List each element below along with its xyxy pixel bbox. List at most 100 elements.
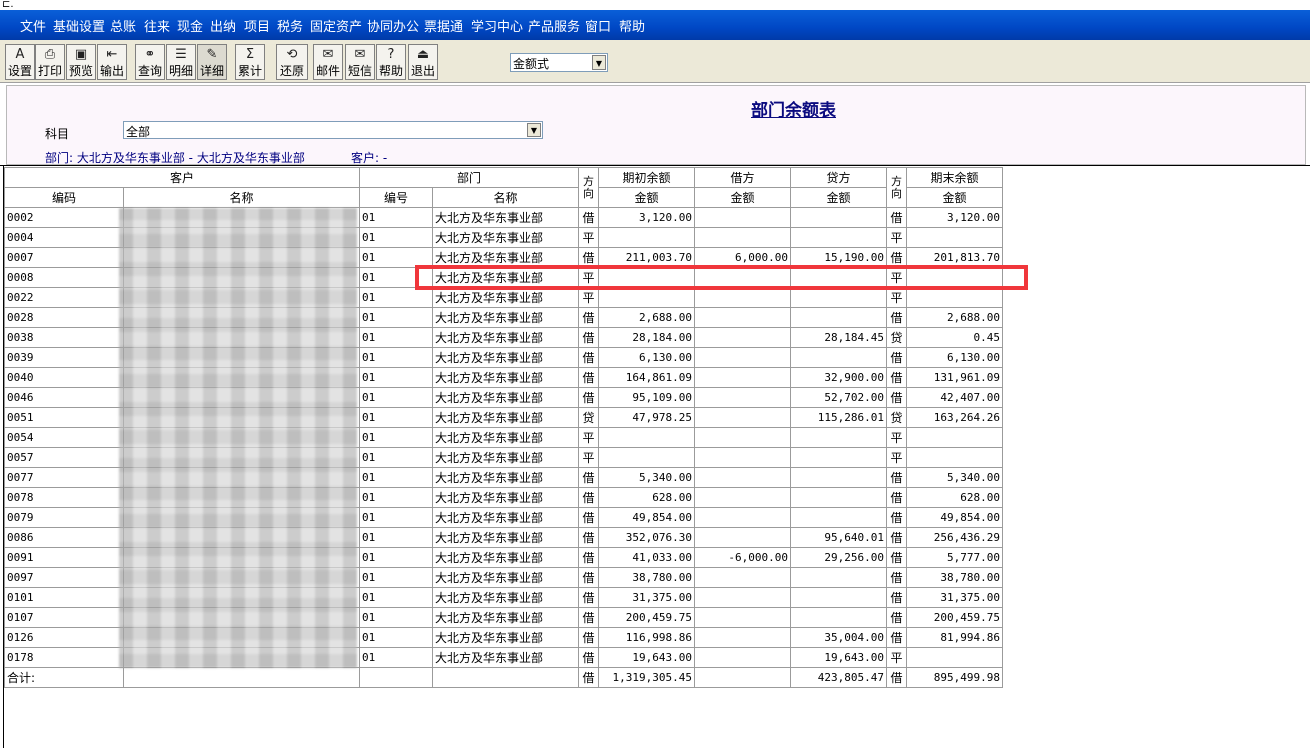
toolbar-button-0[interactable]: A 设置 [5, 44, 35, 80]
cell-closing: 163,264.26 [906, 407, 1003, 428]
cell-credit [790, 587, 887, 608]
toolbar-button-5[interactable]: ☰ 明细 [166, 44, 196, 80]
cell-closing: 131,961.09 [906, 367, 1003, 388]
settings-icon: A [15, 47, 25, 62]
cell-credit [790, 447, 887, 468]
cell-direction-2: 借 [886, 587, 907, 608]
menu-bar: 文件 基础设置 总账 往来 现金 出纳 项目 税务 固定资产 协同办公 票据通 学习中心 产品服务 窗口帮… [0, 10, 1310, 40]
cell-code: 0039 [4, 347, 124, 368]
cell-closing: 49,854.00 [906, 507, 1003, 528]
header-direction: 方向 [578, 167, 599, 208]
menu-item[interactable]: 产品服务 [528, 16, 580, 35]
menu-item[interactable]: 学习中心 [471, 16, 523, 35]
toolbar-button-label: 明细 [168, 64, 193, 78]
cell-code: 0077 [4, 467, 124, 488]
cell-opening [598, 447, 695, 468]
cell-dept-name: 大北方及华东事业部 [432, 347, 579, 368]
cell-code: 0007 [4, 247, 124, 268]
cell-code: 0040 [4, 367, 124, 388]
total-name [123, 667, 360, 688]
header-closing: 期末余额 [906, 167, 1003, 188]
header-customer: 客户 [4, 167, 360, 188]
cell-closing: 81,994.86 [906, 627, 1003, 648]
cell-direction: 借 [578, 607, 599, 628]
menu-item[interactable]: 税务 [277, 16, 303, 35]
cell-direction: 借 [578, 367, 599, 388]
cell-opening: 95,109.00 [598, 387, 695, 408]
toolbar-button-8[interactable]: ⟲ 还原 [276, 44, 308, 80]
toolbar-button-9[interactable]: ✉ 邮件 [313, 44, 343, 80]
cell-code: 0091 [4, 547, 124, 568]
cell-opening: 2,688.00 [598, 307, 695, 328]
cell-direction-2: 借 [886, 207, 907, 228]
menu-item[interactable]: 帮助 [619, 16, 645, 35]
cell-dept-code: 01 [359, 307, 433, 328]
cell-debit [694, 227, 791, 248]
toolbar-button-12[interactable]: ⏏ 退出 [408, 44, 438, 80]
menu-item[interactable]: 票据通 [424, 16, 463, 35]
cell-credit [790, 287, 887, 308]
menu-item[interactable]: 文件 [20, 16, 46, 35]
header-dept: 部门 [359, 167, 579, 188]
cell-opening: 49,854.00 [598, 507, 695, 528]
chevron-down-icon[interactable]: ▼ [527, 123, 541, 137]
menu-item[interactable]: 窗口 [585, 16, 611, 35]
toolbar-button-7[interactable]: Σ 累计 [235, 44, 265, 80]
header-debit: 借方 [694, 167, 791, 188]
detail-icon: ☰ [175, 47, 187, 62]
menu-item[interactable]: 总账 [110, 16, 136, 35]
cell-dept-code: 01 [359, 647, 433, 668]
cell-closing: 2,688.00 [906, 307, 1003, 328]
menu-item[interactable]: 协同办公 [367, 16, 419, 35]
total-row: 合计: 借 1,319,305.45 423,805.47 借 895,499.98 [4, 667, 1003, 688]
toolbar-button-11[interactable]: ? 帮助 [376, 44, 406, 80]
subject-select[interactable]: 全部 ▼ [123, 121, 543, 139]
cell-dept-code: 01 [359, 567, 433, 588]
cell-dept-name: 大北方及华东事业部 [432, 527, 579, 548]
cell-code: 0002 [4, 207, 124, 228]
toolbar-button-1[interactable]: ⎙ 打印 [35, 44, 65, 80]
toolbar-button-2[interactable]: ▣ 预览 [66, 44, 96, 80]
toolbar: 金额式 ▼ A 设置 ⎙ 打印 ▣ 预览 ⇤ 输出 ⚭ 查询 ☰ 明细 ✎ 详细 Σ 累计 ⟲ 还原 ✉ 邮件 ✉ 短信?… [0, 40, 1310, 83]
toolbar-button-3[interactable]: ⇤ 输出 [97, 44, 127, 80]
cell-direction: 借 [578, 627, 599, 648]
toolbar-button-10[interactable]: ✉ 短信 [345, 44, 375, 80]
menu-item[interactable]: 基础设置 [53, 16, 105, 35]
cell-credit: 35,004.00 [790, 627, 887, 648]
menu-item[interactable]: 出纳 [210, 16, 236, 35]
menu-item[interactable]: 现金 [177, 16, 203, 35]
cell-opening [598, 227, 695, 248]
cell-credit [790, 487, 887, 508]
toolbar-button-6[interactable]: ✎ 详细 [197, 44, 227, 80]
cell-dept-code: 01 [359, 427, 433, 448]
cell-direction-2: 借 [886, 527, 907, 548]
cell-direction-2: 平 [886, 647, 907, 668]
menu-item[interactable]: 固定资产 [310, 16, 362, 35]
menu-item[interactable]: 项目 [244, 16, 270, 35]
cell-credit [790, 427, 887, 448]
cell-opening: 6,130.00 [598, 347, 695, 368]
cell-dept-name: 大北方及华东事业部 [432, 607, 579, 628]
format-select[interactable]: 金额式 ▼ [510, 53, 608, 72]
cell-debit [694, 327, 791, 348]
cell-debit [694, 367, 791, 388]
total-opening: 1,319,305.45 [598, 667, 695, 688]
toolbar-button-label: 还原 [279, 64, 304, 78]
toolbar-button-4[interactable]: ⚭ 查询 [135, 44, 165, 80]
cell-dept-name: 大北方及华东事业部 [432, 387, 579, 408]
cell-opening: 31,375.00 [598, 587, 695, 608]
cell-direction: 借 [578, 567, 599, 588]
cell-dept-name: 大北方及华东事业部 [432, 507, 579, 528]
cell-dept-name: 大北方及华东事业部 [432, 207, 579, 228]
toolbar-button-label: 打印 [37, 64, 62, 78]
menu-item[interactable]: 往来 [144, 16, 170, 35]
header-credit-amount: 金额 [790, 187, 887, 208]
header-opening: 期初余额 [598, 167, 695, 188]
cell-opening: 3,120.00 [598, 207, 695, 228]
cell-debit [694, 287, 791, 308]
cell-dept-code: 01 [359, 607, 433, 628]
cell-debit [694, 607, 791, 628]
chevron-down-icon[interactable]: ▼ [592, 55, 606, 70]
report-header: 部门余额表 科目 全部 ▼ 部门: 大北方及华东事业部 - 大北方及华东事业部 … [6, 85, 1306, 165]
header-divider [0, 165, 1310, 166]
